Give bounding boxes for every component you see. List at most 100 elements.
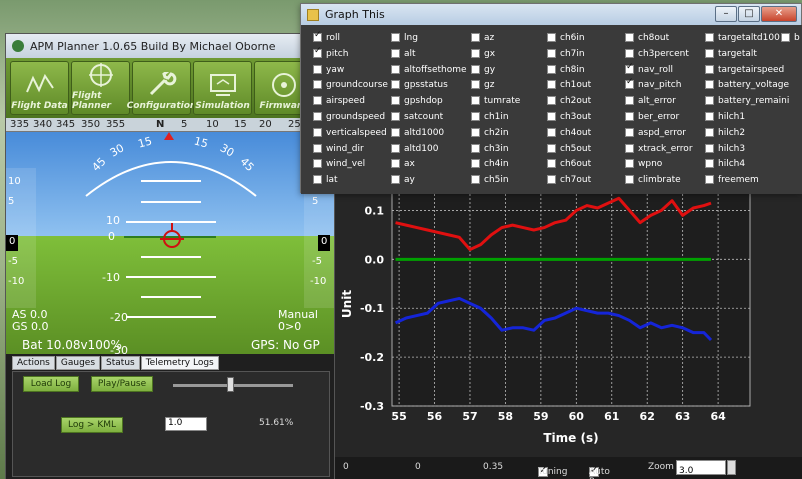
- field-checkbox[interactable]: [547, 64, 556, 74]
- field-checkbox[interactable]: [625, 33, 634, 42]
- field-checkbox[interactable]: [547, 127, 556, 137]
- graph-field-ax[interactable]: ax: [391, 159, 415, 169]
- field-checkbox[interactable]: [547, 175, 556, 185]
- field-checkbox[interactable]: [391, 80, 400, 90]
- field-checkbox[interactable]: [625, 62, 634, 74]
- field-checkbox[interactable]: [625, 48, 634, 58]
- field-checkbox[interactable]: [705, 48, 714, 58]
- graph-field-targetaltd100[interactable]: targetaltd100: [705, 33, 780, 43]
- field-checkbox[interactable]: [313, 127, 322, 137]
- graph-field-airspeed[interactable]: airspeed: [313, 96, 365, 106]
- field-checkbox[interactable]: [471, 143, 480, 153]
- field-checkbox[interactable]: [705, 159, 714, 169]
- field-checkbox[interactable]: [705, 80, 714, 90]
- maximize-button[interactable]: □: [738, 6, 760, 22]
- load-log-button[interactable]: Load Log: [23, 376, 79, 392]
- graph-field-gpshdop[interactable]: gpshdop: [391, 96, 443, 106]
- field-checkbox[interactable]: [391, 64, 400, 74]
- field-checkbox[interactable]: [313, 30, 322, 42]
- field-checkbox[interactable]: [625, 143, 634, 153]
- field-checkbox[interactable]: [471, 112, 480, 121]
- graph-field-xtrack-error[interactable]: xtrack_error: [625, 143, 693, 154]
- field-checkbox[interactable]: [547, 48, 556, 58]
- field-checkbox[interactable]: [705, 33, 714, 42]
- graph-field-targetairspeed[interactable]: targetairspeed: [705, 64, 784, 75]
- field-checkbox[interactable]: [313, 64, 322, 74]
- graph-field-alt[interactable]: alt: [391, 48, 416, 59]
- menu-flight-data-button[interactable]: Flight Data: [10, 61, 69, 115]
- graph-field-wpno[interactable]: wpno: [625, 159, 662, 169]
- graph-field-yaw[interactable]: yaw: [313, 64, 344, 75]
- graph-field-satcount[interactable]: satcount: [391, 112, 443, 122]
- zoom-input[interactable]: 3.0: [676, 460, 726, 476]
- graph-field-ch5out[interactable]: ch5out: [547, 143, 591, 154]
- field-checkbox[interactable]: [471, 33, 480, 42]
- play-pause-button[interactable]: Play/Pause: [91, 376, 153, 392]
- field-checkbox[interactable]: [313, 143, 322, 153]
- graph-field-gy[interactable]: gy: [471, 64, 495, 75]
- field-checkbox[interactable]: [313, 159, 322, 169]
- graph-field-ch7out[interactable]: ch7out: [547, 175, 591, 185]
- field-checkbox[interactable]: [705, 112, 714, 121]
- graph-field-ch3percent[interactable]: ch3percent: [625, 48, 689, 59]
- field-checkbox[interactable]: [705, 175, 714, 185]
- graph-field-gx[interactable]: gx: [471, 48, 495, 59]
- field-checkbox[interactable]: [625, 127, 634, 137]
- menu-flight-planner-button[interactable]: Flight Planner: [71, 61, 130, 115]
- graph-field-ch8out[interactable]: ch8out: [625, 33, 669, 43]
- field-checkbox[interactable]: [471, 48, 480, 58]
- graph-field-targetalt[interactable]: targetalt: [705, 48, 757, 59]
- graph-field-alt-error[interactable]: alt_error: [625, 96, 676, 106]
- field-checkbox[interactable]: [547, 33, 556, 42]
- field-checkbox[interactable]: [391, 127, 400, 137]
- graph-field-hilch4[interactable]: hilch4: [705, 159, 745, 169]
- field-checkbox[interactable]: [471, 127, 480, 137]
- graph-this-title-bar[interactable]: Graph This – □ ✕: [301, 4, 801, 25]
- field-checkbox[interactable]: [625, 96, 634, 106]
- field-checkbox[interactable]: [391, 96, 400, 106]
- field-checkbox[interactable]: [391, 48, 400, 58]
- field-checkbox[interactable]: [547, 96, 556, 106]
- zoom-spinner[interactable]: [727, 460, 736, 475]
- field-checkbox[interactable]: [391, 143, 400, 153]
- menu-configuration-button[interactable]: Configuration: [127, 61, 196, 115]
- log-to-kml-button[interactable]: Log > KML: [61, 417, 123, 433]
- field-checkbox[interactable]: [705, 64, 714, 74]
- field-checkbox[interactable]: [625, 159, 634, 169]
- field-checkbox[interactable]: [391, 112, 400, 121]
- field-checkbox[interactable]: [705, 96, 714, 106]
- field-checkbox[interactable]: [313, 96, 322, 106]
- field-checkbox[interactable]: [547, 112, 556, 121]
- graph-field-ch1out[interactable]: ch1out: [547, 80, 591, 90]
- field-checkbox[interactable]: [625, 77, 634, 90]
- graph-field-hilch1[interactable]: hilch1: [705, 112, 745, 122]
- graph-field-ch5in[interactable]: ch5in: [471, 175, 509, 185]
- field-checkbox[interactable]: [625, 175, 634, 185]
- graph-field-altd1000[interactable]: altd1000: [391, 127, 444, 138]
- minimize-button[interactable]: –: [715, 6, 737, 22]
- graph-field-hilch3[interactable]: hilch3: [705, 143, 745, 154]
- graph-field-ch3in[interactable]: ch3in: [471, 143, 509, 154]
- graph-field-lat[interactable]: lat: [313, 175, 338, 185]
- graph-field-ch4in[interactable]: ch4in: [471, 159, 509, 169]
- field-checkbox[interactable]: [547, 143, 556, 153]
- tab-status[interactable]: Status: [101, 356, 140, 370]
- field-checkbox[interactable]: [705, 143, 714, 153]
- field-checkbox[interactable]: [471, 175, 480, 185]
- log-position-slider-thumb[interactable]: [227, 377, 234, 392]
- field-checkbox[interactable]: [391, 175, 400, 185]
- graph-field-tumrate[interactable]: tumrate: [471, 96, 520, 106]
- graph-field-freemem[interactable]: freemem: [705, 175, 759, 185]
- field-checkbox[interactable]: [313, 80, 322, 90]
- graph-field-ch4out[interactable]: ch4out: [547, 127, 591, 138]
- field-checkbox[interactable]: [781, 33, 790, 42]
- graph-field-groundcourse[interactable]: groundcourse: [313, 80, 388, 90]
- graph-field-ch2in[interactable]: ch2in: [471, 127, 509, 138]
- graph-field-wind-vel[interactable]: wind_vel: [313, 159, 365, 169]
- graph-field-b[interactable]: b: [781, 33, 800, 43]
- playback-speed-input[interactable]: 1.0: [165, 417, 207, 431]
- graph-field-ch6out[interactable]: ch6out: [547, 159, 591, 169]
- close-button[interactable]: ✕: [761, 6, 797, 22]
- graph-field-battery-voltage[interactable]: battery_voltage: [705, 80, 789, 90]
- field-checkbox[interactable]: [625, 112, 634, 121]
